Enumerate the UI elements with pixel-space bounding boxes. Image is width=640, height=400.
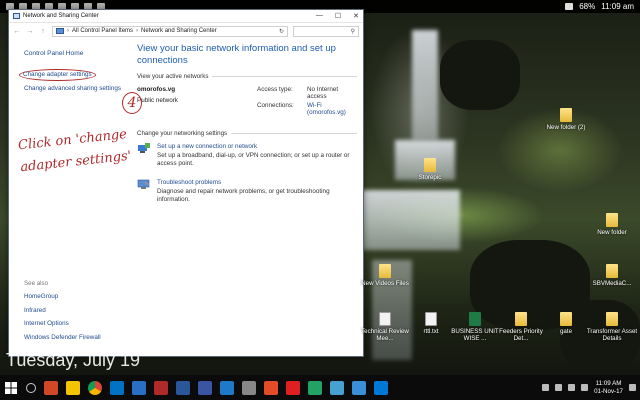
wifi-connection-link[interactable]: Wi-Fi (omorofos.vg) xyxy=(307,102,357,116)
desktop-date: Tuesday, July 19 xyxy=(6,350,141,370)
visio-icon[interactable] xyxy=(198,380,212,395)
tray-icon[interactable] xyxy=(542,384,550,391)
network-name: omorofos.vg xyxy=(137,86,176,93)
desktop-icon-folder[interactable]: New Videos Files xyxy=(357,264,413,287)
link-internet-options[interactable]: Internet Options xyxy=(24,320,134,327)
networking-settings-header: Change your networking settings xyxy=(137,130,357,137)
clock-time: 11:09 AM xyxy=(595,379,622,387)
clock-date: 01-Nov-17 xyxy=(594,387,623,395)
security-shield-icon[interactable] xyxy=(220,380,234,395)
sidebar-item-advanced-sharing[interactable]: Change advanced sharing settings xyxy=(24,85,124,93)
task-troubleshoot: Troubleshoot problems Diagnose and repai… xyxy=(137,179,357,204)
app-icon[interactable] xyxy=(154,380,168,395)
app-icon[interactable] xyxy=(352,380,366,395)
see-also-section: See also HomeGroup Infrared Internet Opt… xyxy=(24,280,134,347)
link-defender-firewall[interactable]: Windows Defender Firewall xyxy=(24,334,134,341)
tray-icon[interactable] xyxy=(555,384,563,391)
desktop-icon-folder[interactable]: New folder xyxy=(584,213,640,236)
wifi-status-icon xyxy=(565,3,574,10)
forward-arrow-icon[interactable]: → xyxy=(26,28,34,35)
address-bar: ← → ↑ › All Control Panel Items › Networ… xyxy=(9,23,363,39)
link-infrared[interactable]: Infrared xyxy=(24,307,134,314)
close-button[interactable]: ✕ xyxy=(353,12,359,20)
desktop-icon-folder[interactable]: Transformer Asset Details xyxy=(584,312,640,342)
sidebar: Control Panel Home Change adapter settin… xyxy=(19,50,124,93)
access-type-label: Access type: xyxy=(257,86,293,93)
address-field[interactable]: › All Control Panel Items › Network and … xyxy=(52,25,288,37)
taskbar-clock[interactable]: 11:09 AM 01-Nov-17 xyxy=(594,380,623,396)
notifications-icon[interactable] xyxy=(629,384,636,391)
page-title: View your basic network information and … xyxy=(137,43,336,66)
link-homegroup[interactable]: HomeGroup xyxy=(24,293,134,300)
outlook-icon[interactable] xyxy=(110,380,124,395)
troubleshoot-link[interactable]: Troubleshoot problems xyxy=(157,179,357,186)
network-center-icon xyxy=(13,13,20,19)
file-explorer-icon[interactable] xyxy=(66,380,80,395)
active-networks-header: View your active networks xyxy=(137,73,357,80)
window-titlebar[interactable]: Network and Sharing Center — ☐ ✕ xyxy=(9,10,363,23)
connections-label: Connections: xyxy=(257,102,294,109)
volume-icon[interactable] xyxy=(581,384,589,391)
troubleshoot-icon xyxy=(137,179,150,189)
battery-level: 68% xyxy=(579,2,596,11)
back-arrow-icon[interactable]: ← xyxy=(13,28,21,35)
calculator-icon[interactable] xyxy=(242,380,256,395)
sidebar-item-home[interactable]: Control Panel Home xyxy=(24,50,124,58)
up-arrow-icon[interactable]: ↑ xyxy=(39,28,47,35)
desktop-icon-folder[interactable]: New folder (2) xyxy=(538,108,594,131)
breadcrumb-item[interactable]: All Control Panel Items xyxy=(72,28,133,34)
app-icon[interactable] xyxy=(374,380,388,395)
excel-icon[interactable] xyxy=(308,380,322,395)
minimize-button[interactable]: — xyxy=(316,12,323,20)
app-icon[interactable] xyxy=(132,380,146,395)
see-also-header: See also xyxy=(24,280,49,287)
access-type-value: No Internet access xyxy=(307,86,339,100)
network-sharing-window: Network and Sharing Center — ☐ ✕ ← → ↑ ›… xyxy=(8,9,364,357)
main-content: View your basic network information and … xyxy=(137,43,357,215)
desktop-icon-folder[interactable]: Storepic xyxy=(402,158,458,181)
status-time: 11:09 am xyxy=(601,2,634,11)
word-icon[interactable] xyxy=(176,380,190,395)
app-icon[interactable] xyxy=(330,380,344,395)
network-tray-icon[interactable] xyxy=(568,384,576,391)
maximize-button[interactable]: ☐ xyxy=(335,12,341,20)
network-type: Public network xyxy=(137,97,178,104)
system-tray: 11:09 AM 01-Nov-17 xyxy=(542,380,636,396)
troubleshoot-desc: Diagnose and repair network problems, or… xyxy=(157,188,330,203)
setup-connection-link[interactable]: Set up a new connection or network xyxy=(157,143,357,150)
search-icon[interactable] xyxy=(26,382,36,393)
step-number-annotation: 4 xyxy=(122,92,142,114)
app-icon[interactable] xyxy=(264,380,278,395)
control-panel-icon xyxy=(56,28,64,34)
acrobat-icon[interactable] xyxy=(286,380,300,395)
chrome-icon[interactable] xyxy=(88,380,102,395)
search-icon: ⚲ xyxy=(350,28,355,35)
powerpoint-icon[interactable] xyxy=(44,380,58,395)
taskbar: 11:09 AM 01-Nov-17 xyxy=(0,375,640,400)
sidebar-item-adapter-settings[interactable]: Change adapter settings xyxy=(19,69,96,81)
refresh-icon[interactable]: ↻ xyxy=(279,28,284,35)
setup-connection-desc: Set up a broadband, dial-up, or VPN conn… xyxy=(157,152,350,167)
task-new-connection: Set up a new connection or network Set u… xyxy=(137,143,357,168)
window-title: Network and Sharing Center xyxy=(23,13,99,19)
breadcrumb-item[interactable]: Network and Sharing Center xyxy=(141,28,217,34)
search-input[interactable]: ⚲ xyxy=(293,25,359,37)
desktop-icon-folder[interactable]: SBVMediaC... xyxy=(584,264,640,287)
windows-start-icon[interactable] xyxy=(4,381,18,395)
active-network: omorofos.vg Public network Access type: … xyxy=(137,86,357,116)
